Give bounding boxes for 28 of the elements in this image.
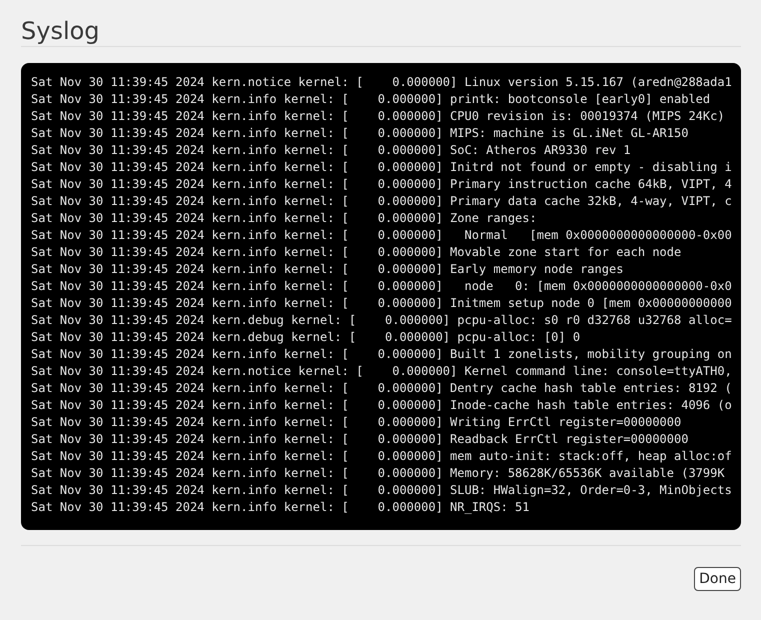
log-line: Sat Nov 30 11:39:45 2024 kern.info kernel: [ 0.000000] Inode-cache hash table entries: 4096 (o [31, 397, 733, 414]
log-line: Sat Nov 30 11:39:45 2024 kern.info kernel: [ 0.000000] SLUB: HWalign=32, Order=0-3, MinObjects [31, 482, 733, 499]
log-line: Sat Nov 30 11:39:45 2024 kern.info kernel: [ 0.000000] Memory: 58628K/65536K available (3799K [31, 465, 726, 482]
page-title: Syslog [21, 16, 101, 46]
log-line: Sat Nov 30 11:39:45 2024 kern.info kernel: [ 0.000000] Early memory node ranges [31, 261, 624, 278]
log-line: Sat Nov 30 11:39:45 2024 kern.info kernel: [ 0.000000] Normal [mem 0x0000000000000000-0x00 [31, 227, 733, 244]
log-line: Sat Nov 30 11:39:45 2024 kern.info kernel: [ 0.000000] Readback ErrCtl register=00000000 [31, 431, 690, 448]
log-line: Sat Nov 30 11:39:45 2024 kern.info kernel: [ 0.000000] MIPS: machine is GL.iNet GL-AR150 [31, 125, 690, 142]
log-line: Sat Nov 30 11:39:45 2024 kern.info kernel: [ 0.000000] printk: bootconsole [early0] enabled [31, 91, 712, 108]
log-line: Sat Nov 30 11:39:45 2024 kern.info kernel: [ 0.000000] Primary data cache 32kB, 4-way, VIPT, c [31, 193, 733, 210]
log-line: Sat Nov 30 11:39:45 2024 kern.debug kernel: [ 0.000000] pcpu-alloc: s0 r0 d32768 u32768 alloc= [31, 312, 733, 329]
log-line: Sat Nov 30 11:39:45 2024 kern.info kernel: [ 0.000000] Initmem setup node 0 [mem 0x00000000000 [31, 295, 733, 312]
log-line: Sat Nov 30 11:39:45 2024 kern.info kernel: [ 0.000000] SoC: Atheros AR9330 rev 1 [31, 142, 632, 159]
log-line: Sat Nov 30 11:39:45 2024 kern.info kernel: [ 0.000000] Writing ErrCtl register=00000000 [31, 414, 682, 431]
log-line: Sat Nov 30 11:39:45 2024 kern.info kernel: [ 0.000000] Primary instruction cache 64kB, VIPT, 4 [31, 176, 733, 193]
log-line: Sat Nov 30 11:39:45 2024 kern.info kernel: [ 0.000000] NR_IRQS: 51 [31, 499, 530, 516]
log-line: Sat Nov 30 11:39:45 2024 kern.info kernel: [ 0.000000] Initrd not found or empty - disabling i [31, 159, 733, 176]
log-line: Sat Nov 30 11:39:45 2024 kern.notice kernel: [ 0.000000] Kernel command line: console=ttyATH0, [31, 363, 733, 380]
log-line: Sat Nov 30 11:39:45 2024 kern.info kernel: [ 0.000000] Movable zone start for each node [31, 244, 682, 261]
log-line: Sat Nov 30 11:39:45 2024 kern.info kernel: [ 0.000000] CPU0 revision is: 00019374 (MIPS 24Kc) [31, 108, 726, 125]
log-line: Sat Nov 30 11:39:45 2024 kern.debug kernel: [ 0.000000] pcpu-alloc: [0] 0 [31, 329, 582, 346]
log-line: Sat Nov 30 11:39:45 2024 kern.info kernel: [ 0.000000] Zone ranges: [31, 210, 538, 227]
log-line: Sat Nov 30 11:39:45 2024 kern.info kernel: [ 0.000000] Built 1 zonelists, mobility grouping on [31, 346, 733, 363]
done-button[interactable]: Done [694, 567, 741, 591]
log-line: Sat Nov 30 11:39:45 2024 kern.info kernel: [ 0.000000] node 0: [mem 0x0000000000000000-0x0 [31, 278, 733, 295]
log-line: Sat Nov 30 11:39:45 2024 kern.info kernel: [ 0.000000] Dentry cache hash table entries: 8192 ( [31, 380, 733, 397]
log-line: Sat Nov 30 11:39:45 2024 kern.notice kernel: [ 0.000000] Linux version 5.15.167 (aredn@288ada1 [31, 74, 733, 91]
log-line: Sat Nov 30 11:39:45 2024 kern.info kernel: [ 0.000000] mem auto-init: stack:off, heap alloc:of [31, 448, 733, 465]
